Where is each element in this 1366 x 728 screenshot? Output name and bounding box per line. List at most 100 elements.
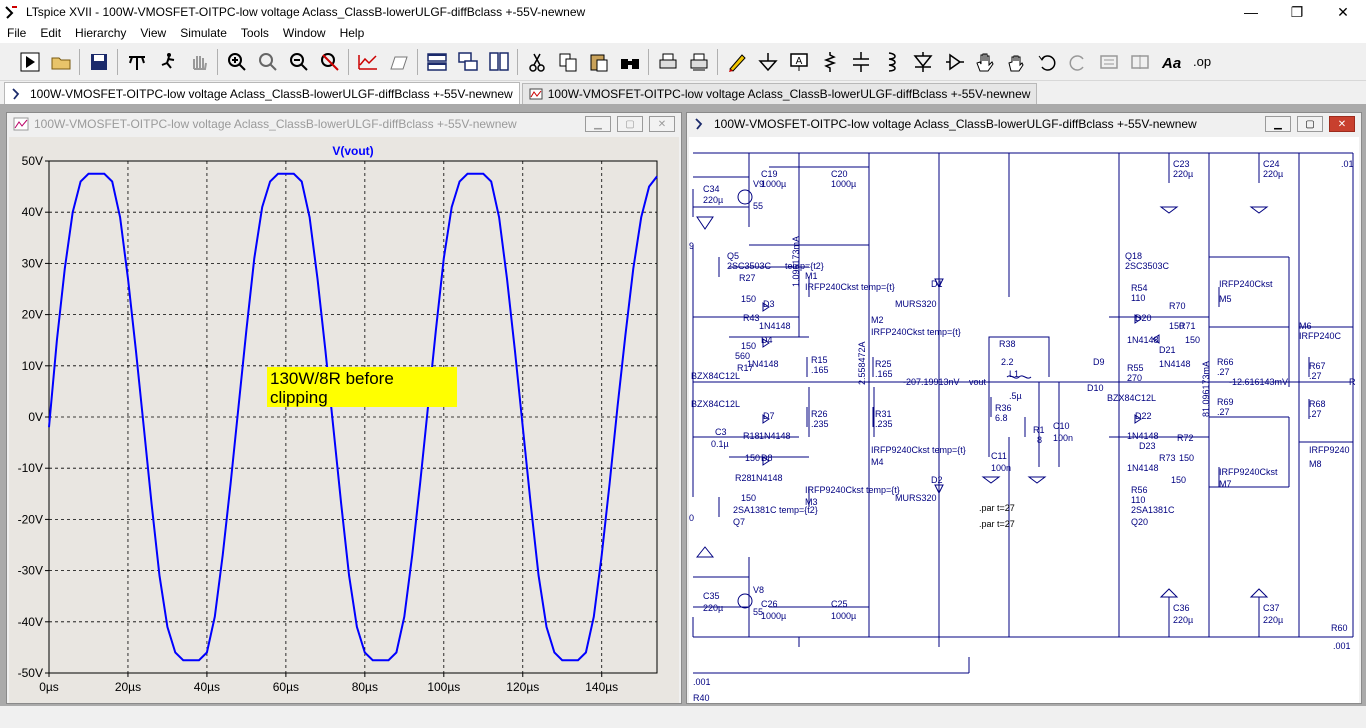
waveform-window[interactable]: 100W-VMOSFET-OITPC-low voltage Aclass_Cl… <box>6 112 682 704</box>
directive-par-t[interactable]: .par t=27 <box>979 503 1015 513</box>
menu-view[interactable]: View <box>133 24 173 43</box>
toolbar-separator <box>717 48 718 75</box>
label-c37v: 220µ <box>1263 615 1283 625</box>
label-m8-model: IRFP9240 <box>1309 445 1350 455</box>
zoom-in-icon[interactable] <box>221 46 252 77</box>
print-setup-icon[interactable] <box>683 46 714 77</box>
print-icon[interactable] <box>652 46 683 77</box>
rotate-icon[interactable] <box>1093 46 1124 77</box>
label-c3v: 0.1µ <box>711 439 729 449</box>
trace-name-label[interactable]: V(vout) <box>332 144 373 158</box>
menu-hierarchy[interactable]: Hierarchy <box>68 24 133 43</box>
wire-pencil-icon[interactable] <box>721 46 752 77</box>
label-q18: Q18 <box>1125 251 1142 261</box>
spice-directive-icon[interactable]: .op <box>1186 46 1217 77</box>
halt-icon[interactable] <box>183 46 214 77</box>
ground-icon[interactable] <box>752 46 783 77</box>
label-c19: C19 <box>761 169 778 179</box>
label-c25: C25 <box>831 599 848 609</box>
label-m6: M6 <box>1299 321 1312 331</box>
autorange-icon[interactable] <box>352 46 383 77</box>
waveform-plot-area[interactable]: 50V 40V 30V 20V 10V 0V -10V -20V -30V -40V -50V 0µs… <box>9 137 679 703</box>
minimize-button[interactable]: — <box>1228 0 1274 24</box>
tab-waveform[interactable]: 100W-VMOSFET-OITPC-low voltage Aclass_Cl… <box>521 83 1038 104</box>
diode-icon[interactable] <box>907 46 938 77</box>
waveform-minimize-button[interactable]: ▁ <box>585 116 611 132</box>
label-r27v: 150 <box>741 294 756 304</box>
control-panel-icon[interactable] <box>121 46 152 77</box>
label-r55v: 270 <box>1127 373 1142 383</box>
label-m8: M8 <box>1309 459 1322 469</box>
cascade-icon[interactable] <box>452 46 483 77</box>
label-c23: C23 <box>1173 159 1190 169</box>
toolbar-separator <box>79 48 80 75</box>
menu-tools[interactable]: Tools <box>234 24 276 43</box>
label-c25v: 1000µ <box>831 611 856 621</box>
menu-edit[interactable]: Edit <box>33 24 68 43</box>
component-icon[interactable] <box>938 46 969 77</box>
label-q7: Q7 <box>733 517 745 527</box>
maximize-button[interactable]: ❐ <box>1274 0 1320 24</box>
zoom-fit-icon[interactable] <box>314 46 345 77</box>
tab-schematic[interactable]: 100W-VMOSFET-OITPC-low voltage Aclass_Cl… <box>4 82 520 104</box>
text-icon[interactable]: Aa <box>1155 46 1186 77</box>
menu-help[interactable]: Help <box>333 24 372 43</box>
x-tick-label: 40µs <box>194 680 220 694</box>
toolbar-separator <box>648 48 649 75</box>
mirror-icon[interactable] <box>1124 46 1155 77</box>
drag-hand-icon[interactable] <box>1000 46 1031 77</box>
zoom-pan-icon[interactable] <box>252 46 283 77</box>
y-tick-label: 30V <box>22 256 43 270</box>
directive-par-t2[interactable]: .par t=27 <box>979 519 1015 529</box>
waveform-window-titlebar[interactable]: 100W-VMOSFET-OITPC-low voltage Aclass_Cl… <box>7 113 681 135</box>
label-r66v: .27 <box>1217 367 1230 377</box>
paste-icon[interactable] <box>583 46 614 77</box>
copy-icon[interactable] <box>552 46 583 77</box>
svg-text:.op: .op <box>1193 54 1211 69</box>
menu-simulate[interactable]: Simulate <box>173 24 234 43</box>
schematic-drawing[interactable]: C19 1000µ C20 1000µ C23 220µ C24 220µ C3… <box>689 137 1359 703</box>
run-simulation-icon[interactable] <box>152 46 183 77</box>
inductor-icon[interactable] <box>876 46 907 77</box>
find-icon[interactable] <box>614 46 645 77</box>
schematic-canvas[interactable]: C19 1000µ C20 1000µ C23 220µ C24 220µ C3… <box>689 137 1359 703</box>
label-r60: R60 <box>1331 623 1348 633</box>
label-1n4148-e: 1N4148 <box>759 431 791 441</box>
label-node-9: 9 <box>689 241 694 251</box>
zoom-out-icon[interactable] <box>283 46 314 77</box>
label-r1: R1 <box>1033 425 1045 435</box>
run-icon[interactable] <box>14 46 45 77</box>
label-icon[interactable]: A <box>783 46 814 77</box>
tile-vertical-icon[interactable] <box>483 46 514 77</box>
open-icon[interactable] <box>45 46 76 77</box>
label-c23v: 220µ <box>1173 169 1193 179</box>
resistor-icon[interactable] <box>814 46 845 77</box>
close-button[interactable]: ✕ <box>1320 0 1366 24</box>
waveform-icon[interactable] <box>383 46 414 77</box>
label-c34: C34 <box>703 184 720 194</box>
mdi-workspace: 100W-VMOSFET-OITPC-low voltage Aclass_Cl… <box>0 104 1366 728</box>
label-r150: 150 <box>1171 475 1186 485</box>
capacitor-icon[interactable] <box>845 46 876 77</box>
menu-window[interactable]: Window <box>276 24 333 43</box>
menu-file[interactable]: File <box>0 24 33 43</box>
label-m1: M1 <box>805 271 818 281</box>
redo-icon[interactable] <box>1062 46 1093 77</box>
cut-icon[interactable] <box>521 46 552 77</box>
waveform-close-button[interactable]: ✕ <box>649 116 675 132</box>
label-r73: R73 <box>1159 453 1176 463</box>
waveform-chart[interactable]: 50V 40V 30V 20V 10V 0V -10V -20V -30V -40V -50V0µs… <box>9 137 679 703</box>
label-r70: R70 <box>1169 301 1186 311</box>
waveform-restore-button[interactable]: ▢ <box>617 116 643 132</box>
schematic-window-titlebar[interactable]: 100W-VMOSFET-OITPC-low voltage Aclass_Cl… <box>687 113 1361 135</box>
move-hand-icon[interactable] <box>969 46 1000 77</box>
label-1n4148-g: 1N4148 <box>751 473 783 483</box>
schematic-window[interactable]: 100W-VMOSFET-OITPC-low voltage Aclass_Cl… <box>686 112 1362 704</box>
schematic-restore-button[interactable]: ▢ <box>1297 116 1323 132</box>
label-m6-model: IRFP240C <box>1299 331 1342 341</box>
undo-icon[interactable] <box>1031 46 1062 77</box>
tile-horizontal-icon[interactable] <box>421 46 452 77</box>
schematic-minimize-button[interactable]: ▁ <box>1265 116 1291 132</box>
schematic-close-button[interactable]: ✕ <box>1329 116 1355 132</box>
save-icon[interactable] <box>83 46 114 77</box>
